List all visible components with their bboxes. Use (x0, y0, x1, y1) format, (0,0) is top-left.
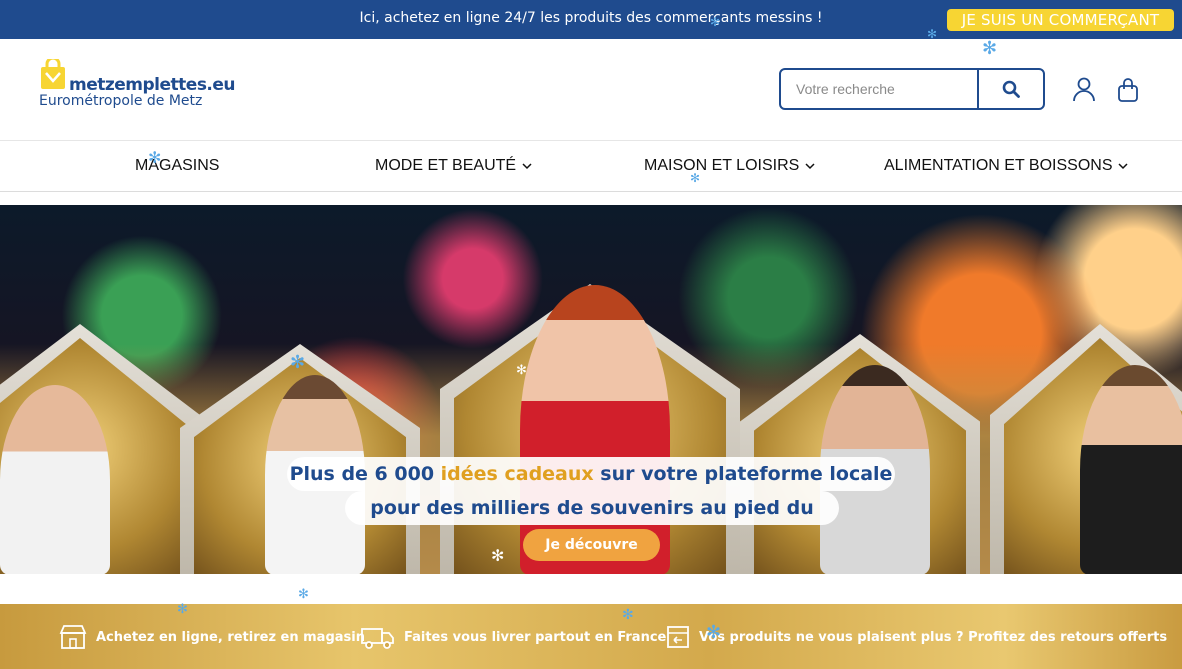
nav-item-magasins[interactable]: MAGASINS (135, 157, 219, 175)
user-icon[interactable] (1072, 76, 1096, 102)
nav-label: MODE ET BEAUTÉ (375, 157, 517, 174)
search-box (779, 68, 1045, 110)
site-header: metzemplettes.eu Eurométropole de Metz (0, 39, 1182, 141)
main-navigation: MAGASINS MODE ET BEAUTÉ MAISON ET LOISIR… (0, 141, 1182, 192)
logo-subtitle: Eurométropole de Metz (39, 93, 203, 109)
hero-subheadline: pour des milliers de souvenirs au pied d… (345, 491, 839, 553)
merchant-button[interactable]: JE SUIS UN COMMERÇANT (947, 9, 1174, 31)
hero-headline: Plus de 6 000 idées cadeaux sur votre pl… (287, 457, 895, 491)
merchant-photo (1080, 365, 1182, 574)
merchant-photo (0, 385, 110, 574)
feature-label: Vos produits ne vous plaisent plus ? Pro… (699, 629, 1168, 645)
hero-headline-part: sur votre plateforme locale (593, 463, 893, 485)
logo-bag-icon (41, 59, 65, 89)
snowflake-icon: ✻ (298, 587, 309, 602)
chevron-down-icon (805, 163, 815, 170)
nav-item-mode-beaute[interactable]: MODE ET BEAUTÉ (375, 157, 533, 175)
chevron-down-icon (1118, 163, 1129, 170)
site-logo[interactable]: metzemplettes.eu Eurométropole de Metz (39, 59, 236, 111)
logo-name: metzemplettes.eu (69, 75, 236, 95)
hero-banner[interactable]: Plus de 6 000 idées cadeaux sur votre pl… (0, 205, 1182, 574)
hero-headline-highlight: idées cadeaux (440, 463, 594, 485)
hero-headline-part: Plus de 6 000 (289, 463, 441, 485)
feature-delivery: Faites vous livrer partout en France (360, 624, 666, 650)
features-strip: Achetez en ligne, retirez en magasin Fai… (0, 604, 1182, 669)
feature-returns: Vos produits ne vous plaisent plus ? Pro… (665, 624, 1167, 650)
store-icon (59, 625, 87, 649)
nav-label: ALIMENTATION ET BOISSONS (884, 157, 1113, 174)
delivery-truck-icon (361, 628, 394, 649)
shopping-bag-icon[interactable] (1116, 77, 1140, 103)
return-box-icon (667, 626, 689, 648)
hero-cta-button[interactable]: Je découvre (523, 529, 660, 561)
search-icon (1002, 80, 1020, 98)
nav-label: MAISON ET LOISIRS (644, 157, 800, 174)
nav-label: MAGASINS (135, 157, 220, 174)
chevron-down-icon (522, 163, 532, 170)
nav-item-alimentation-boissons[interactable]: ALIMENTATION ET BOISSONS (884, 157, 1129, 175)
feature-label: Faites vous livrer partout en France (404, 629, 667, 645)
search-input[interactable] (781, 70, 979, 108)
feature-click-collect: Achetez en ligne, retirez en magasin (58, 624, 365, 650)
nav-item-maison-loisirs[interactable]: MAISON ET LOISIRS (644, 157, 816, 175)
top-announcement-bar: Ici, achetez en ligne 24/7 les produits … (0, 0, 1182, 39)
search-button[interactable] (979, 70, 1043, 108)
feature-label: Achetez en ligne, retirez en magasin (96, 629, 365, 645)
